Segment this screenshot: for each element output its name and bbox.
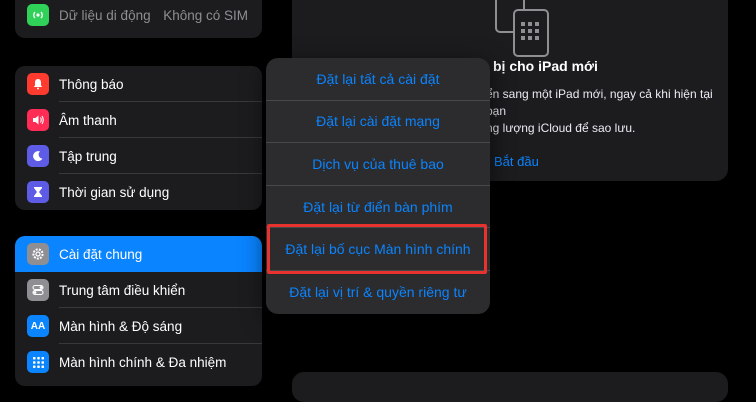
sidebar-item-label: Thông báo xyxy=(59,76,124,92)
aa-icon: AA xyxy=(27,315,49,337)
sidebar-item-sounds[interactable]: Âm thanh xyxy=(15,102,262,138)
sidebar-group-notifications: Thông báo Âm thanh Tập trung Thời gian s… xyxy=(15,66,262,210)
hourglass-icon xyxy=(27,181,49,203)
sidebar-item-home-screen[interactable]: Màn hình chính & Đa nhiệm xyxy=(15,344,262,380)
sidebar-item-focus[interactable]: Tập trung xyxy=(15,138,262,174)
sidebar-group-general: Cài đặt chung Trung tâm điều khiển AA Mà… xyxy=(15,236,262,386)
reset-options-card xyxy=(292,372,728,402)
sidebar-item-notifications[interactable]: Thông báo xyxy=(15,66,262,102)
menu-item-subscriber-services[interactable]: Dịch vụ của thuê bao xyxy=(266,143,490,186)
sidebar-item-display[interactable]: AA Màn hình & Độ sáng xyxy=(15,308,262,344)
sidebar-item-value: Không có SIM xyxy=(163,7,248,23)
card-description-line: ng lượng iCloud để sao lưu. xyxy=(486,121,636,135)
sidebar-item-screen-time[interactable]: Thời gian sử dụng xyxy=(15,174,262,210)
grid-icon xyxy=(27,351,49,373)
bell-icon xyxy=(27,73,49,95)
speaker-icon xyxy=(27,109,49,131)
card-description: ển sang một iPad mới, ngay cả khi hiện t… xyxy=(486,86,726,137)
sidebar-item-label: Màn hình chính & Đa nhiệm xyxy=(59,354,227,370)
cellular-icon xyxy=(27,4,49,26)
sidebar-item-label: Âm thanh xyxy=(59,112,117,128)
menu-item-reset-network-settings[interactable]: Đặt lại cài đặt mạng xyxy=(266,101,490,144)
sidebar-item-label: Cài đặt chung xyxy=(59,246,143,262)
sidebar-item-general[interactable]: Cài đặt chung xyxy=(15,236,262,272)
get-started-link[interactable]: Bắt đầu xyxy=(494,154,539,169)
sidebar-item-label: Trung tâm điều khiển xyxy=(59,282,186,298)
highlight-box xyxy=(267,224,487,274)
card-title: bị cho iPad mới xyxy=(493,58,598,74)
sidebar-item-label: Màn hình & Độ sáng xyxy=(59,318,183,334)
moon-icon xyxy=(27,145,49,167)
sidebar-item-cellular[interactable]: Dữ liệu di động Không có SIM xyxy=(15,0,262,38)
sidebar-group-connectivity: Dữ liệu di động Không có SIM xyxy=(15,0,262,38)
toggles-icon xyxy=(27,279,49,301)
sidebar-item-label: Tập trung xyxy=(59,148,117,164)
reset-menu: Đặt lại tất cả cài đặt Đặt lại cài đặt m… xyxy=(266,58,490,314)
sidebar-item-control-center[interactable]: Trung tâm điều khiển xyxy=(15,272,262,308)
card-description-line: ển sang một iPad mới, ngay cả khi hiện t… xyxy=(486,87,713,118)
devices-icon xyxy=(495,0,549,57)
sidebar-item-label: Dữ liệu di động xyxy=(59,7,151,23)
menu-item-reset-all-settings[interactable]: Đặt lại tất cả cài đặt xyxy=(266,58,490,101)
sidebar-item-label: Thời gian sử dụng xyxy=(59,184,170,200)
gear-icon xyxy=(27,243,49,265)
menu-item-reset-location-privacy[interactable]: Đặt lại vị trí & quyền riêng tư xyxy=(266,271,490,314)
menu-item-reset-keyboard-dictionary[interactable]: Đặt lại từ điển bàn phím xyxy=(266,186,490,229)
